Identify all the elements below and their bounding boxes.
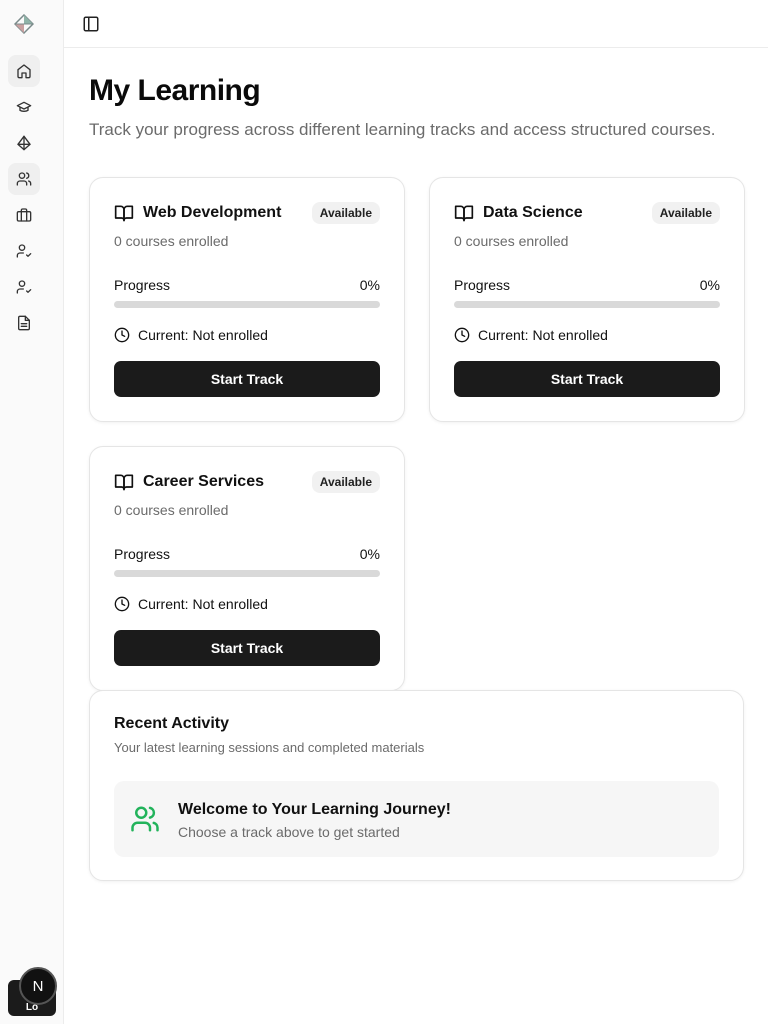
status-badge: Available xyxy=(651,202,720,224)
file-text-icon xyxy=(18,315,30,331)
clock-icon xyxy=(454,327,470,343)
progress-bar xyxy=(454,301,720,308)
progress-value: 0% xyxy=(359,277,380,293)
progress-label: Progress xyxy=(114,277,171,293)
status-badge: Available xyxy=(311,471,380,493)
sidebar-item-mentors[interactable] xyxy=(8,235,40,267)
users-icon xyxy=(16,172,32,186)
empty-state-title: Welcome to Your Learning Journey! xyxy=(178,801,451,818)
book-open-icon xyxy=(114,474,134,491)
progress-value: 0% xyxy=(359,546,380,562)
progress-label: Progress xyxy=(114,546,171,562)
book-open-icon xyxy=(114,205,134,222)
empty-state-subtitle: Choose a track above to get started xyxy=(178,824,400,840)
page-title: My Learning xyxy=(89,74,261,107)
topbar xyxy=(64,0,768,48)
logo-icon[interactable] xyxy=(14,14,34,34)
track-card: Web Development Available 0 courses enro… xyxy=(89,177,405,422)
empty-state: Welcome to Your Learning Journey! Choose… xyxy=(114,781,719,857)
next-badge-icon[interactable]: N xyxy=(19,967,57,1005)
current-course: Current: Not enrolled xyxy=(454,327,608,343)
home-icon xyxy=(17,64,31,79)
sidebar-item-community[interactable] xyxy=(8,163,40,195)
graduation-cap-icon xyxy=(16,101,32,112)
progress-bar xyxy=(114,301,380,308)
sidebar-item-tracks[interactable] xyxy=(8,127,40,159)
current-course: Current: Not enrolled xyxy=(114,596,268,612)
track-card-header: Career Services xyxy=(114,472,264,492)
progress-label: Progress xyxy=(454,277,511,293)
sidebar-toggle-icon[interactable] xyxy=(82,15,100,33)
users-icon xyxy=(131,806,159,832)
recent-activity-card: Recent Activity Your latest learning ses… xyxy=(89,690,744,881)
recent-activity-subtitle: Your latest learning sessions and comple… xyxy=(114,740,425,755)
page-subtitle: Track your progress across different lea… xyxy=(89,120,716,139)
sidebar-item-documents[interactable] xyxy=(8,307,40,339)
sidebar-item-attendance[interactable] xyxy=(8,271,40,303)
start-track-button[interactable]: Start Track xyxy=(114,630,380,666)
book-open-icon xyxy=(454,205,474,222)
recent-activity-title: Recent Activity xyxy=(114,715,229,732)
current-course-text: Current: Not enrolled xyxy=(478,327,608,343)
track-title: Data Science xyxy=(483,204,583,221)
enrolled-count: 0 courses enrolled xyxy=(114,502,229,518)
track-card: Data Science Available 0 courses enrolle… xyxy=(429,177,745,422)
start-track-button[interactable]: Start Track xyxy=(454,361,720,397)
sidebar: Lo N xyxy=(0,0,64,1024)
sidebar-item-courses[interactable] xyxy=(8,91,40,123)
clock-icon xyxy=(114,596,130,612)
current-course-text: Current: Not enrolled xyxy=(138,596,268,612)
user-check-icon xyxy=(16,244,32,258)
track-title: Web Development xyxy=(143,204,282,221)
progress-value: 0% xyxy=(699,277,720,293)
diamond-icon xyxy=(17,135,31,151)
track-title: Career Services xyxy=(143,473,264,490)
start-track-button[interactable]: Start Track xyxy=(114,361,380,397)
track-card: Career Services Available 0 courses enro… xyxy=(89,446,405,691)
sidebar-item-career[interactable] xyxy=(8,199,40,231)
current-course: Current: Not enrolled xyxy=(114,327,268,343)
clock-icon xyxy=(114,327,130,343)
briefcase-icon xyxy=(16,208,32,222)
track-card-header: Data Science xyxy=(454,203,583,223)
user-check-icon xyxy=(16,280,32,294)
current-course-text: Current: Not enrolled xyxy=(138,327,268,343)
enrolled-count: 0 courses enrolled xyxy=(454,233,569,249)
enrolled-count: 0 courses enrolled xyxy=(114,233,229,249)
sidebar-item-home[interactable] xyxy=(8,55,40,87)
track-card-header: Web Development xyxy=(114,203,281,223)
progress-bar xyxy=(114,570,380,577)
status-badge: Available xyxy=(311,202,380,224)
